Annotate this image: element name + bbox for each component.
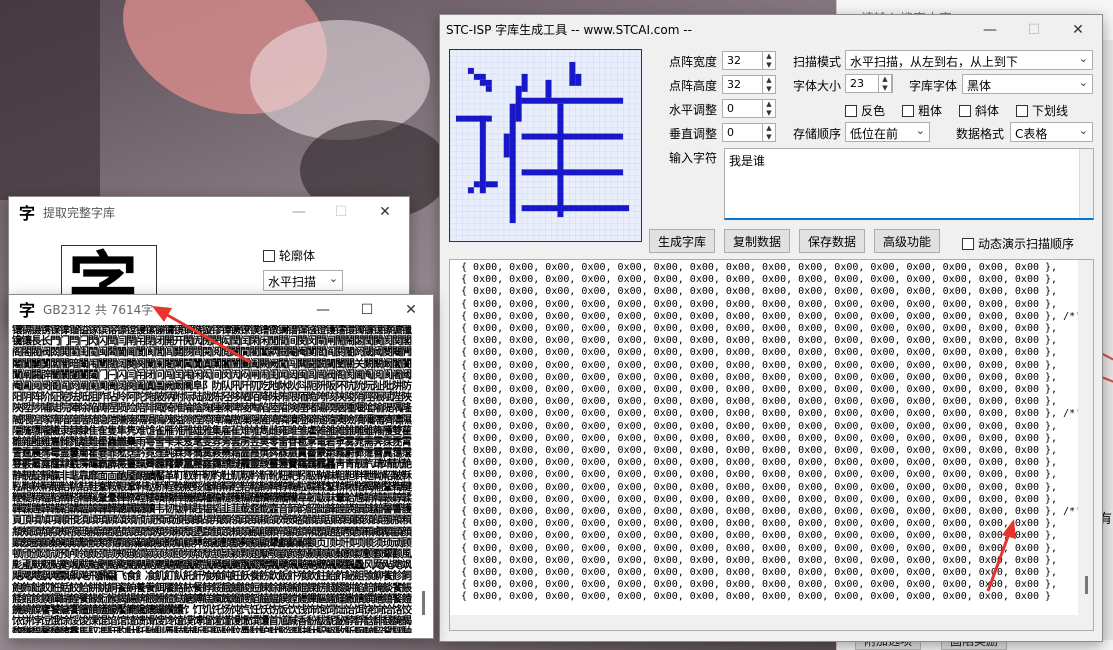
checkbox-box	[263, 249, 275, 262]
output-data-area[interactable]: { 0x00, 0x00, 0x00, 0x00, 0x00, 0x00, 0x…	[449, 259, 1094, 631]
scan-mode-value: 水平扫描，从左到右，从上到下	[850, 55, 1019, 69]
scan-direction-select[interactable]: 水平扫描 ⌄	[263, 270, 343, 291]
checkbox-box	[1016, 104, 1028, 117]
invert-label: 反色	[861, 104, 886, 118]
dot-width-spinner[interactable]: ▲ ▼	[762, 51, 776, 70]
chevron-down-icon: ⌄	[328, 272, 338, 285]
data-format-value: C表格	[1015, 127, 1048, 141]
dot-height-spinner[interactable]: ▲ ▼	[762, 75, 776, 94]
background-shape	[0, 0, 100, 200]
checkbox-box	[845, 104, 857, 117]
dot-matrix-grid	[450, 50, 641, 241]
window-title: GB2312 共 7614字	[43, 302, 154, 317]
scan-mode-label: 扫描模式	[793, 55, 842, 69]
chevron-down-icon: ⌄	[915, 124, 925, 137]
output-text: { 0x00, 0x00, 0x00, 0x00, 0x00, 0x00, 0x…	[461, 262, 1082, 603]
animate-scan-checkbox[interactable]: 动态演示扫描顺序	[962, 235, 1074, 252]
scroll-thumb[interactable]	[1085, 576, 1088, 594]
stc-font-tool-window: STC-ISP 字库生成工具 -- www.STCAI.com -- — ☐ ✕	[439, 14, 1103, 642]
invert-checkbox[interactable]: 反色	[845, 102, 885, 119]
dot-matrix-preview	[449, 49, 642, 242]
data-format-select[interactable]: C表格 ⌄	[1010, 122, 1093, 142]
v-adjust-label: 垂直调整	[669, 127, 718, 141]
gb2312-charset-window: 字 GB2312 共 7614字 — ☐ ✕ 镶镉镊镌镍镎镏镒镓镔镕镖镗镘镙镚镛…	[8, 294, 434, 639]
output-vertical-scrollbar[interactable]	[1078, 260, 1093, 616]
font-app-icon: 字	[19, 204, 36, 223]
maximize-button[interactable]: ☐	[1012, 15, 1056, 45]
chevron-down-icon: ⌄	[1078, 76, 1088, 89]
h-adjust-label: 水平调整	[669, 103, 718, 117]
save-data-button[interactable]: 保存数据	[799, 229, 865, 253]
outline-label: 轮廓体	[279, 249, 316, 263]
minimize-button[interactable]: —	[968, 15, 1012, 45]
bold-label: 粗体	[918, 104, 943, 118]
underline-checkbox[interactable]: 下划线	[1016, 102, 1068, 119]
close-button[interactable]: ✕	[363, 197, 407, 227]
title-bar: STC-ISP 字库生成工具 -- www.STCAI.com -- — ☐ ✕	[440, 15, 1102, 43]
output-horizontal-scrollbar[interactable]	[450, 615, 1093, 630]
data-format-label: 数据格式	[956, 127, 1005, 141]
charset-glyph-list[interactable]: 镶镉镊镌镍镎镏镒镓镔镕镖镗镘镙镚镛镜镝镞镟镠镡镢镣镤镥镦镧镨镩镪镫镬镭镮镯镰镱镲…	[12, 325, 412, 633]
italic-label: 斜体	[975, 104, 1000, 118]
title-bar: 字 提取完整字库 — ☐ ✕	[9, 197, 409, 227]
window-title: STC-ISP 字库生成工具 -- www.STCAI.com --	[446, 22, 692, 37]
storage-order-label: 存储顺序	[793, 127, 842, 141]
title-bar: 字 GB2312 共 7614字 — ☐ ✕	[9, 295, 433, 323]
font-face-label: 字库字体	[909, 79, 958, 93]
advanced-button[interactable]: 高级功能	[874, 229, 940, 253]
scroll-thumb[interactable]	[422, 591, 425, 615]
generate-button[interactable]: 生成字库	[649, 229, 715, 253]
bold-checkbox[interactable]: 粗体	[902, 102, 942, 119]
checkbox-box	[902, 104, 914, 117]
storage-order-select[interactable]: 低位在前 ⌄	[845, 122, 930, 142]
input-chars-value: 我是谁	[729, 154, 766, 168]
close-button[interactable]: ✕	[389, 295, 433, 325]
minimize-button[interactable]: —	[301, 295, 345, 325]
close-button[interactable]: ✕	[1056, 15, 1100, 45]
input-chars-label: 输入字符	[669, 151, 718, 165]
font-size-spinner[interactable]: ▲ ▼	[878, 74, 892, 93]
font-size-label: 字体大小	[793, 79, 842, 93]
chevron-down-icon: ⌄	[1078, 52, 1088, 65]
scan-direction-value: 水平扫描	[268, 275, 317, 289]
chevron-down-icon: ⌄	[1078, 124, 1088, 137]
animate-scan-label: 动态演示扫描顺序	[978, 237, 1075, 251]
checkbox-box	[959, 104, 971, 117]
outline-checkbox[interactable]: 轮廓体	[263, 247, 315, 264]
dot-width-label: 点阵宽度	[669, 55, 718, 69]
storage-order-value: 低位在前	[850, 127, 899, 141]
window-title: 提取完整字库	[43, 205, 116, 220]
checkbox-box	[962, 237, 974, 250]
background-shape	[250, 20, 430, 140]
font-app-icon: 字	[19, 301, 36, 320]
input-chars-textarea[interactable]: 我是谁	[724, 148, 1094, 220]
scan-mode-select[interactable]: 水平扫描，从左到右，从上到下 ⌄	[845, 50, 1093, 70]
font-face-value: 黑体	[967, 79, 992, 93]
minimize-button[interactable]: —	[277, 197, 321, 227]
dot-height-label: 点阵高度	[669, 79, 718, 93]
font-face-select[interactable]: 黑体 ⌄	[962, 74, 1093, 94]
underline-label: 下划线	[1032, 104, 1069, 118]
maximize-button[interactable]: ☐	[345, 295, 389, 325]
v-adjust-spinner[interactable]: ▲ ▼	[762, 123, 776, 142]
maximize-button[interactable]: ☐	[319, 197, 363, 227]
italic-checkbox[interactable]: 斜体	[959, 102, 999, 119]
h-adjust-spinner[interactable]: ▲ ▼	[762, 99, 776, 118]
textarea-scrollbar[interactable]	[1079, 149, 1093, 218]
copy-data-button[interactable]: 复制数据	[724, 229, 790, 253]
